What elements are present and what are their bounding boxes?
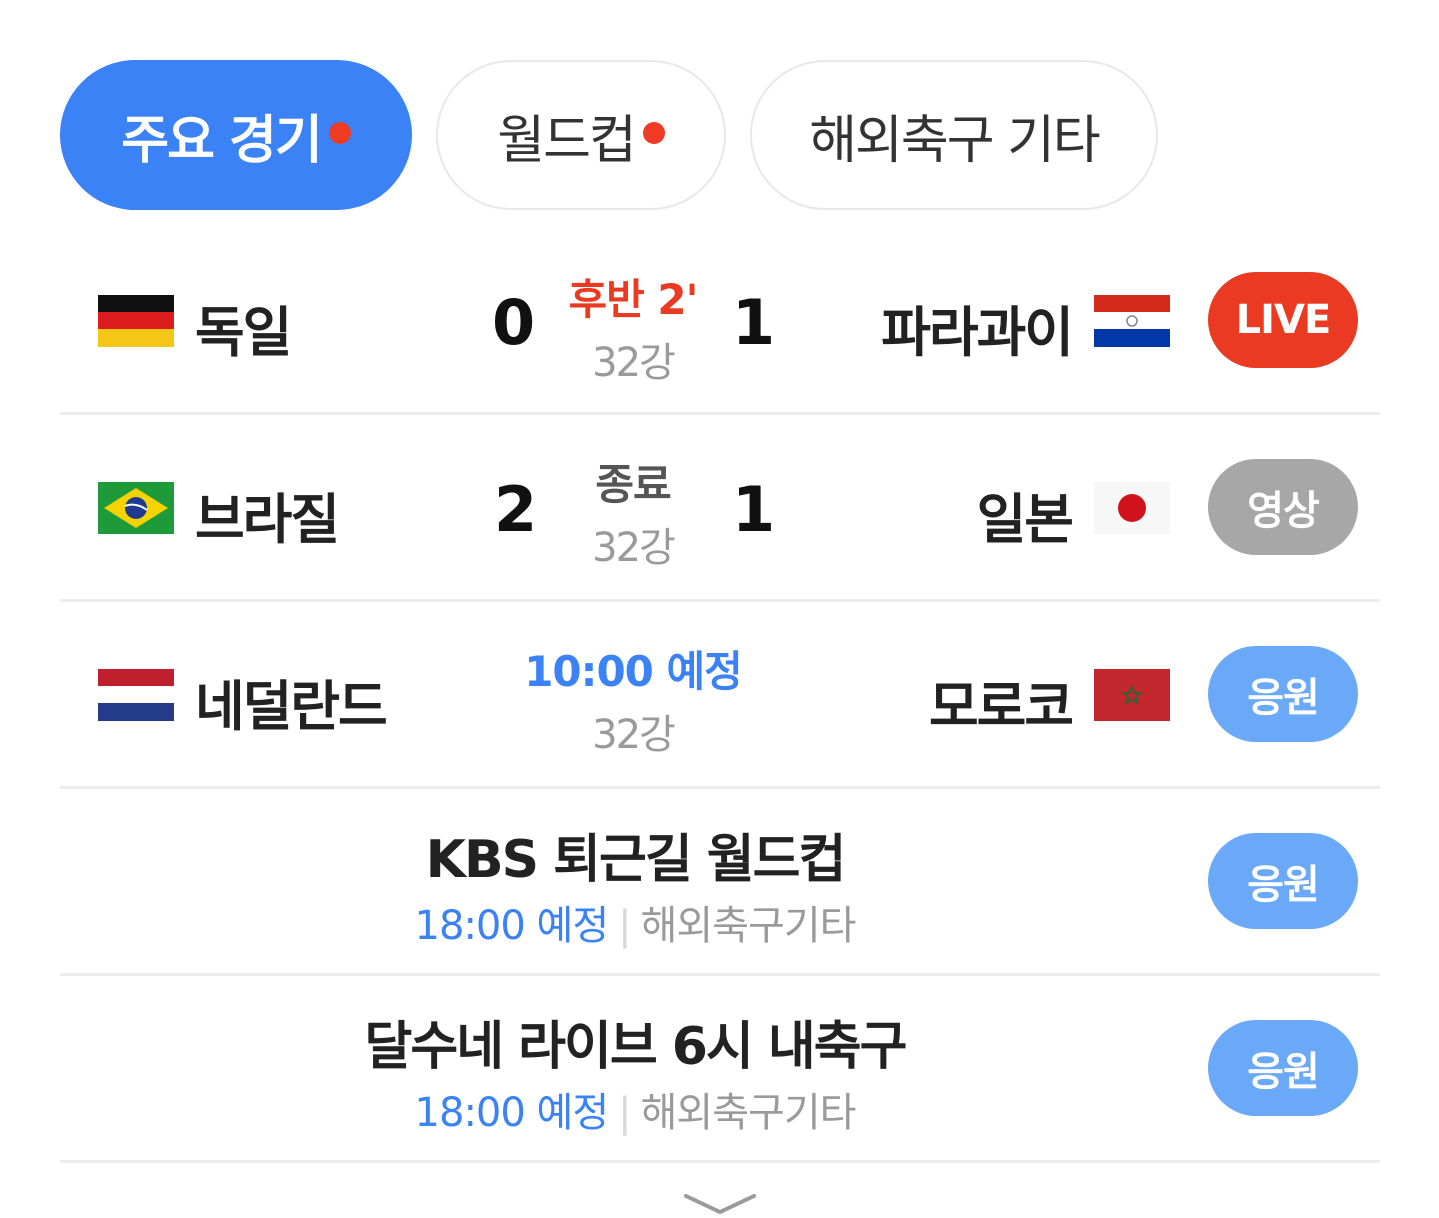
new-indicator-dot: [328, 122, 351, 144]
tab-label: 해외축구 기타: [809, 110, 1101, 171]
event-time: 18:00 예정: [414, 903, 610, 949]
match-row[interactable]: 독일 0 후반 2' 32강 1 파라과이 LIVE: [60, 228, 1380, 415]
japan-flag: [1094, 482, 1170, 534]
tab-label: 주요 경기: [121, 110, 322, 171]
match-round: 32강: [592, 525, 676, 571]
event-category: 해외축구기타: [640, 1090, 857, 1136]
match-status: 후반 2': [568, 275, 699, 324]
netherlands-flag: [98, 669, 174, 721]
match-status: 종료: [595, 460, 671, 509]
new-indicator-dot: [642, 122, 665, 144]
away-score: 1: [732, 473, 776, 546]
meta-separator: |: [618, 903, 632, 949]
home-team-name: 브라질: [195, 488, 340, 551]
event-meta: 18:00 예정 | 해외축구기타: [185, 1080, 1085, 1138]
meta-separator: |: [618, 1090, 632, 1136]
paraguay-flag: [1094, 295, 1170, 347]
germany-flag: [98, 295, 174, 347]
away-score: 1: [732, 286, 776, 359]
event-time: 18:00 예정: [414, 1090, 610, 1136]
cheer-button[interactable]: 응원: [1208, 833, 1358, 929]
event-row[interactable]: 달수네 라이브 6시 내축구 18:00 예정 | 해외축구기타 응원: [60, 976, 1380, 1163]
morocco-flag: [1094, 669, 1170, 721]
event-meta: 18:00 예정 | 해외축구기타: [185, 893, 1085, 951]
home-team-name: 독일: [195, 301, 292, 364]
cheer-button[interactable]: 응원: [1208, 646, 1358, 742]
live-button[interactable]: LIVE: [1208, 272, 1358, 368]
match-round: 32강: [592, 712, 676, 758]
cheer-button[interactable]: 응원: [1208, 1020, 1358, 1116]
tab-overseas-football-other[interactable]: 해외축구 기타: [750, 60, 1158, 210]
brazil-flag: [98, 482, 174, 534]
video-button[interactable]: 영상: [1208, 459, 1358, 555]
event-title: KBS 퇴근길 월드컵: [425, 830, 847, 890]
tab-world-cup[interactable]: 월드컵: [436, 60, 726, 210]
tab-main-matches[interactable]: 주요 경기: [60, 60, 412, 210]
match-row[interactable]: 브라질 2 종료 32강 1 일본 영상: [60, 415, 1380, 602]
match-round: 32강: [592, 340, 676, 386]
tab-label: 월드컵: [497, 110, 637, 171]
home-team-name: 네덜란드: [195, 675, 388, 738]
away-team-name: 파라과이: [881, 301, 1074, 364]
away-team-name: 모로코: [928, 675, 1074, 738]
match-status: 10:00 예정: [524, 647, 743, 696]
event-row[interactable]: KBS 퇴근길 월드컵 18:00 예정 | 해외축구기타 응원: [60, 789, 1380, 976]
match-row[interactable]: 네덜란드 10:00 예정 32강 모로코 응원: [60, 602, 1380, 789]
event-title: 달수네 라이브 6시 내축구: [364, 1017, 908, 1077]
event-category: 해외축구기타: [640, 903, 857, 949]
row-divider: [60, 1160, 1380, 1163]
chevron-down-icon[interactable]: [680, 1190, 760, 1215]
away-team-name: 일본: [976, 488, 1074, 551]
